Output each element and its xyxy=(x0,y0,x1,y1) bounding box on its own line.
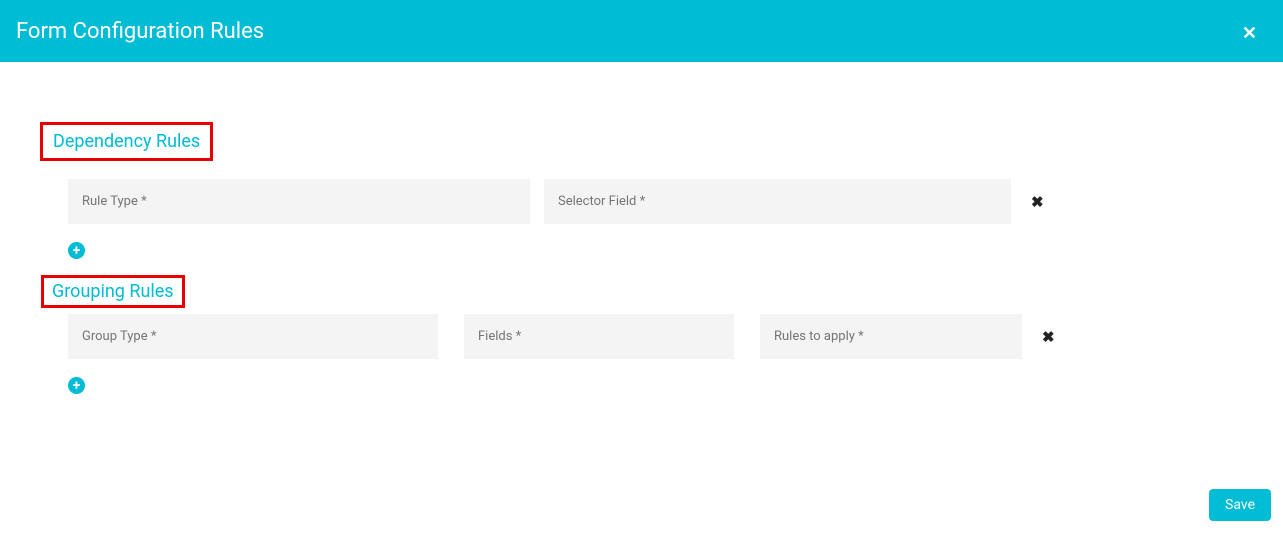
section-title-dependency: Dependency Rules xyxy=(53,131,200,152)
highlight-grouping-rules: Grouping Rules xyxy=(41,275,185,308)
close-icon[interactable]: ✕ xyxy=(1242,19,1257,44)
dialog-header: Form Configuration Rules ✕ xyxy=(0,0,1283,62)
selector-field[interactable] xyxy=(544,179,1011,224)
rule-type-field[interactable] xyxy=(68,179,530,224)
dialog-title: Form Configuration Rules xyxy=(16,19,264,44)
section-title-grouping: Grouping Rules xyxy=(52,281,174,302)
add-grouping-rule-icon[interactable]: + xyxy=(68,377,85,394)
grouping-rule-row: ✖ xyxy=(68,314,1243,359)
add-dependency-rule-icon[interactable]: + xyxy=(68,242,85,259)
dependency-rule-row: ✖ xyxy=(68,179,1243,224)
remove-icon[interactable]: ✖ xyxy=(1031,193,1044,211)
highlight-dependency-rules: Dependency Rules xyxy=(40,122,213,161)
group-type-field[interactable] xyxy=(68,314,438,359)
fields-field[interactable] xyxy=(464,314,734,359)
rules-to-apply-field[interactable] xyxy=(760,314,1022,359)
dialog-content: Dependency Rules ✖ + Grouping Rules ✖ + xyxy=(0,62,1283,394)
save-button[interactable]: Save xyxy=(1209,489,1271,521)
remove-icon[interactable]: ✖ xyxy=(1042,328,1055,346)
